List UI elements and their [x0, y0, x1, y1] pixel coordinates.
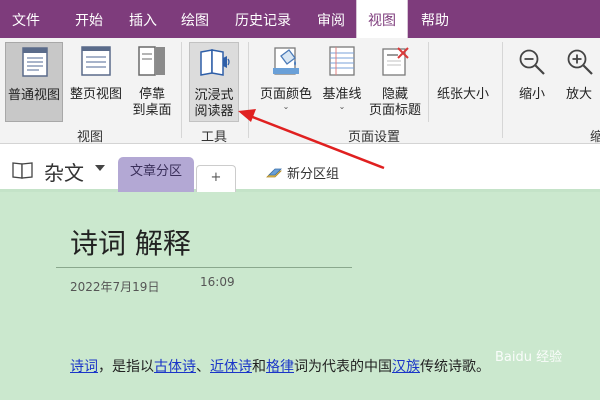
annotation-arrow [238, 109, 385, 170]
watermark: Baidu 经验 [495, 350, 563, 365]
